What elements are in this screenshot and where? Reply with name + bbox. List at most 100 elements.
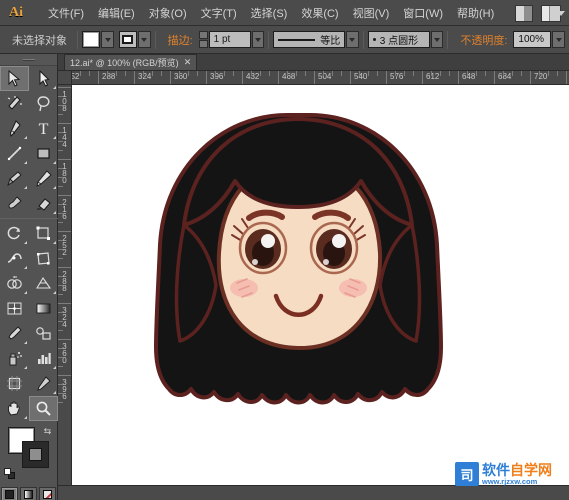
tool-blob-brush[interactable] [0, 191, 29, 216]
ruler-minor-tick [485, 71, 486, 76]
close-icon[interactable]: ✕ [184, 57, 192, 68]
ruler-minor-tick [305, 71, 306, 76]
brush-definition-dropdown[interactable] [431, 31, 444, 48]
tool-column-graph[interactable] [29, 346, 58, 371]
stroke-color-swatch[interactable] [119, 31, 137, 48]
stroke-weight-stepper[interactable] [199, 31, 208, 48]
menu-window[interactable]: 窗口(W) [396, 2, 450, 24]
tool-width[interactable] [0, 246, 29, 271]
divider [363, 31, 364, 49]
tool-line-segment[interactable] [0, 141, 29, 166]
tools-panel-grip[interactable] [0, 54, 57, 66]
ruler-minor-tick [467, 71, 468, 76]
tool-gradient[interactable] [29, 296, 58, 321]
ruler-tick-label: 612 [426, 72, 439, 81]
tool-artboard[interactable] [0, 371, 29, 396]
watermark-text: 软件 自学网 www.rjzxw.com [482, 463, 552, 486]
color-mode-solid[interactable] [1, 487, 18, 500]
tool-type[interactable]: T [29, 116, 58, 141]
default-fill-stroke-icon[interactable] [4, 468, 15, 479]
ruler-tick: 360 [58, 339, 72, 340]
eye-left-highlight-small [252, 259, 258, 265]
ruler-tick: 288 [98, 71, 99, 85]
tools-panel: T [0, 54, 58, 500]
tool-mesh[interactable] [0, 296, 29, 321]
ruler-tick: 648 [458, 71, 459, 85]
ruler-origin-corner[interactable] [58, 71, 72, 85]
tool-perspective-grid[interactable] [29, 271, 58, 296]
tool-free-transform[interactable] [29, 246, 58, 271]
tool-pen[interactable] [0, 116, 29, 141]
tool-zoom[interactable] [29, 396, 58, 421]
tool-paintbrush[interactable] [0, 166, 29, 191]
ruler-tick: 720 [530, 71, 531, 85]
brush-preview-icon [373, 38, 376, 41]
watermark-text-orange: 自学网 [510, 463, 552, 477]
tool-magic-wand[interactable] [0, 91, 29, 116]
menu-view[interactable]: 视图(V) [346, 2, 397, 24]
fill-color-swatch[interactable] [82, 31, 100, 48]
menu-effect[interactable]: 效果(C) [294, 2, 345, 24]
ruler-minor-tick [58, 402, 63, 403]
artwork-cartoon-girl[interactable] [72, 85, 569, 485]
width-profile-field[interactable]: 等比 [273, 31, 345, 48]
ruler-tick: 612 [422, 71, 423, 85]
color-mode-none[interactable] [39, 487, 56, 500]
ruler-tick: 576 [386, 71, 387, 85]
tool-symbol-sprayer[interactable] [0, 346, 29, 371]
canvas-area[interactable] [72, 85, 569, 485]
tool-eraser[interactable] [29, 191, 58, 216]
menu-bar: Ai 文件(F) 编辑(E) 对象(O) 文字(T) 选择(S) 效果(C) 视… [0, 0, 569, 26]
tool-blend[interactable] [29, 321, 58, 346]
tool-more-indicator-icon [24, 186, 27, 189]
ruler-tick-label: 108 [60, 90, 69, 111]
menu-type[interactable]: 文字(T) [194, 2, 244, 24]
document-tab-12-ai[interactable]: 12.ai* @ 100% (RGB/预览) ✕ [64, 54, 197, 70]
tool-rotate[interactable] [0, 221, 29, 246]
stroke-weight-dropdown[interactable] [252, 31, 265, 48]
ruler-minor-tick [332, 71, 333, 76]
menu-file[interactable]: 文件(F) [41, 2, 91, 24]
ruler-minor-tick [58, 258, 63, 259]
stroke-color-swatch-panel[interactable] [22, 441, 49, 468]
tool-slice[interactable] [29, 371, 58, 396]
menu-edit[interactable]: 编辑(E) [91, 2, 142, 24]
tool-lasso[interactable] [29, 91, 58, 116]
ruler-minor-tick [188, 71, 189, 76]
ruler-minor-tick [58, 348, 63, 349]
tool-rectangle[interactable] [29, 141, 58, 166]
arrange-documents-icon[interactable] [515, 5, 533, 22]
tool-hand[interactable] [0, 396, 29, 421]
brush-definition-field[interactable]: 3 点圆形 [368, 31, 430, 48]
chevron-down-icon[interactable] [557, 11, 565, 16]
ruler-minor-tick [503, 71, 504, 76]
tool-selection[interactable] [0, 66, 29, 91]
fill-swatch-dropdown[interactable] [101, 31, 114, 48]
width-profile-dropdown[interactable] [346, 31, 359, 48]
vertical-ruler[interactable]: 108144180216252288324360396 [58, 85, 72, 485]
opacity-field[interactable]: 100% [513, 31, 551, 48]
divider [155, 31, 156, 49]
color-mode-gradient[interactable] [20, 487, 37, 500]
tool-pencil[interactable] [29, 166, 58, 191]
ruler-tick: 684 [494, 71, 495, 85]
horizontal-ruler[interactable]: 2522883243603964324685045405766126486847… [58, 71, 569, 85]
tool-more-indicator-icon [53, 291, 56, 294]
ruler-minor-tick [359, 71, 360, 76]
swap-fill-stroke-icon[interactable]: ⇆ [42, 426, 53, 437]
menu-select[interactable]: 选择(S) [244, 2, 295, 24]
tool-direct-selection[interactable] [29, 66, 58, 91]
tool-scale[interactable] [29, 221, 58, 246]
tool-more-indicator-icon [53, 366, 56, 369]
tool-shape-builder[interactable] [0, 271, 29, 296]
opacity-dropdown[interactable] [552, 31, 565, 48]
menu-object[interactable]: 对象(O) [142, 2, 194, 24]
ruler-tick: 108 [58, 87, 72, 88]
ruler-tick-label: 720 [534, 72, 547, 81]
menu-help[interactable]: 帮助(H) [450, 2, 501, 24]
ruler-tick: 216 [58, 195, 72, 196]
tool-more-indicator-icon [53, 136, 56, 139]
stroke-swatch-dropdown[interactable] [138, 31, 151, 48]
tool-eyedropper[interactable] [0, 321, 29, 346]
stroke-weight-field[interactable]: 1 pt [209, 31, 251, 48]
